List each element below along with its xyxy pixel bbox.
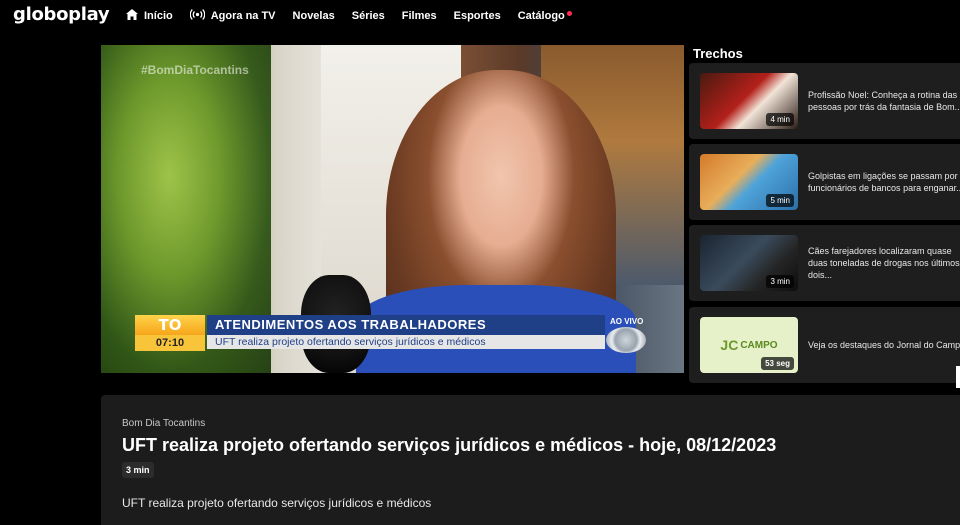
trecho-card[interactable]: 3 min Cães farejadores localizaram quase… bbox=[689, 225, 960, 301]
nav-item-catalogo[interactable]: Catálogo bbox=[518, 10, 572, 22]
globo-logo-icon bbox=[606, 327, 646, 353]
trecho-duration: 53 seg bbox=[761, 357, 794, 370]
nav-item-label: Catálogo bbox=[517, 10, 565, 22]
trecho-title: Golpistas em ligações se passam por func… bbox=[808, 171, 960, 193]
nav-item-novelas[interactable]: Novelas bbox=[293, 10, 335, 22]
lower-third-headline: ATENDIMENTOS AOS TRABALHADORES bbox=[207, 315, 605, 335]
video-description: UFT realiza projeto ofertando serviços j… bbox=[122, 496, 432, 510]
lower-third-subline: UFT realiza projeto ofertando serviços j… bbox=[207, 335, 605, 349]
channel-watermark: #BomDiaTocantins bbox=[141, 63, 249, 77]
live-label: AO VIVO bbox=[610, 317, 644, 326]
lower-third: TO 07:10 ATENDIMENTOS AOS TRABALHADORES … bbox=[135, 315, 605, 351]
broadcast-icon bbox=[189, 9, 206, 23]
trecho-thumbnail: 3 min bbox=[700, 235, 798, 291]
nav-item-label: Séries bbox=[351, 10, 385, 22]
video-player[interactable]: #BomDiaTocantins TO 07:10 ATENDIMENTOS A… bbox=[101, 45, 684, 373]
nav-item-label: Esportes bbox=[453, 10, 501, 22]
station-time: 07:10 bbox=[135, 335, 205, 351]
nav-item-label: Início bbox=[144, 10, 173, 22]
nav-item-esportes[interactable]: Esportes bbox=[454, 10, 501, 22]
trecho-duration: 5 min bbox=[766, 194, 794, 207]
notification-dot bbox=[566, 10, 572, 16]
jornal-do-campo-logo-sub: CAMPO bbox=[740, 339, 778, 351]
nav-item-label: Novelas bbox=[292, 10, 335, 22]
video-info-panel: Bom Dia Tocantins UFT realiza projeto of… bbox=[101, 395, 960, 525]
jornal-do-campo-logo: JC bbox=[720, 337, 739, 353]
nav-item-inicio[interactable]: Início bbox=[126, 9, 173, 23]
trecho-title: Cães farejadores localizaram quase duas … bbox=[808, 246, 960, 280]
trecho-card[interactable]: JC CAMPO 53 seg Veja os destaques do Jor… bbox=[689, 307, 960, 383]
duration-badge: 3 min bbox=[122, 462, 154, 478]
nav-item-label: Filmes bbox=[401, 10, 437, 22]
home-icon bbox=[126, 9, 138, 23]
station-badge-label: TO bbox=[135, 315, 205, 335]
carousel-scroll-handle[interactable] bbox=[956, 366, 960, 388]
trecho-duration: 3 min bbox=[766, 275, 794, 288]
top-navigation-bar: globoplay Início Agora na TV Novelas Sér… bbox=[0, 0, 960, 32]
trecho-thumbnail: 5 min bbox=[700, 154, 798, 210]
program-name[interactable]: Bom Dia Tocantins bbox=[122, 418, 205, 429]
trecho-duration: 4 min bbox=[766, 113, 794, 126]
trecho-card[interactable]: 4 min Profissão Noel: Conheça a rotina d… bbox=[689, 63, 960, 139]
nav-item-label: Agora na TV bbox=[210, 10, 276, 22]
trechos-heading: Trechos bbox=[693, 46, 743, 61]
trecho-card[interactable]: 5 min Golpistas em ligações se passam po… bbox=[689, 144, 960, 220]
trecho-thumbnail: 4 min bbox=[700, 73, 798, 129]
video-title: UFT realiza projeto ofertando serviços j… bbox=[122, 435, 777, 455]
trecho-thumbnail: JC CAMPO 53 seg bbox=[700, 317, 798, 373]
globoplay-logo[interactable]: globoplay bbox=[13, 4, 110, 25]
nav-item-filmes[interactable]: Filmes bbox=[402, 10, 437, 22]
nav-item-series[interactable]: Séries bbox=[352, 10, 385, 22]
nav-item-agora-na-tv[interactable]: Agora na TV bbox=[189, 9, 276, 23]
main-nav: Início Agora na TV Novelas Séries Filmes… bbox=[126, 9, 589, 23]
trecho-title: Profissão Noel: Conheça a rotina das pes… bbox=[808, 90, 960, 112]
trecho-title: Veja os destaques do Jornal do Campo bbox=[808, 340, 960, 350]
